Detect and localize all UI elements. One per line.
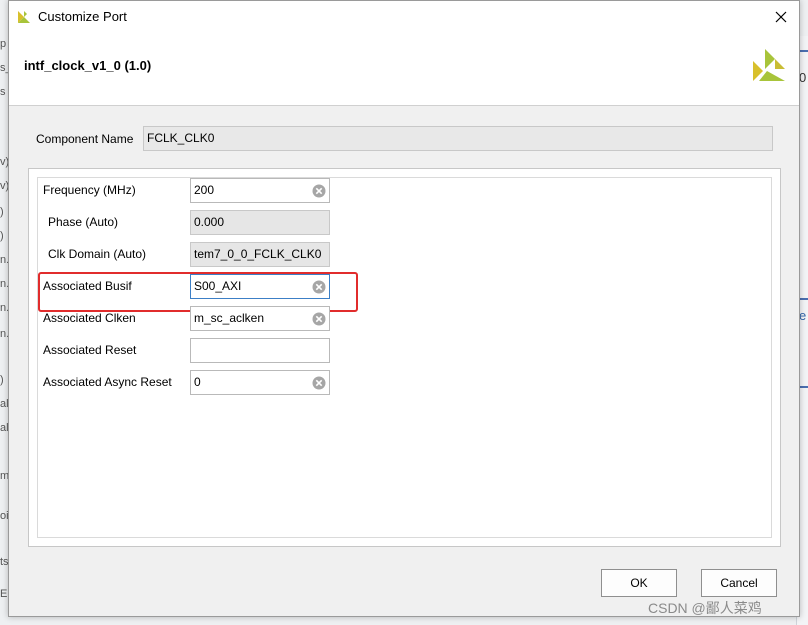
phase-label: Phase (Auto) (48, 215, 119, 229)
associated-reset-input[interactable] (190, 338, 330, 363)
associated-clken-value: m_sc_aclken (194, 311, 265, 325)
component-name-row: Component Name FCLK_CLK0 (36, 126, 773, 151)
associated-clken-input[interactable]: m_sc_aclken (190, 306, 330, 331)
cancel-button[interactable]: Cancel (701, 569, 777, 597)
dialog-header: intf_clock_v1_0 (1.0) (9, 32, 799, 106)
title-bar: Customize Port (9, 1, 799, 32)
frequency-value: 200 (194, 183, 215, 197)
ip-title: intf_clock_v1_0 (1.0) (24, 58, 152, 73)
component-name-label: Component Name (36, 131, 134, 146)
customize-port-dialog: Customize Port intf_clock_v1_0 (1.0) Com… (8, 0, 800, 617)
background-fragment: 0 (799, 70, 807, 85)
clk-domain-label: Clk Domain (Auto) (48, 247, 147, 261)
associated-busif-input[interactable]: S00_AXI (190, 274, 330, 299)
associated-async-reset-value: 0 (194, 375, 201, 389)
clear-icon[interactable] (312, 184, 326, 198)
vivado-logo-icon (18, 10, 30, 23)
associated-busif-value: S00_AXI (194, 279, 242, 293)
associated-busif-label: Associated Busif (43, 279, 132, 293)
vivado-logo-icon (753, 49, 785, 81)
ok-button[interactable]: OK (601, 569, 677, 597)
clear-icon[interactable] (312, 312, 326, 326)
frequency-input[interactable]: 200 (190, 178, 330, 203)
phase-input: 0.000 (190, 210, 330, 235)
close-button[interactable] (763, 1, 799, 32)
clear-icon[interactable] (312, 280, 326, 294)
component-name-field[interactable]: FCLK_CLK0 (143, 126, 773, 151)
parameters-panel: Frequency (MHz) 200 Phase (Auto) 0.000 C… (28, 168, 781, 547)
associated-async-reset-input[interactable]: 0 (190, 370, 330, 395)
clear-icon[interactable] (312, 376, 326, 390)
close-icon (775, 11, 787, 22)
associated-reset-label: Associated Reset (43, 343, 137, 357)
csdn-watermark: CSDN @鄙人菜鸡 (648, 600, 762, 616)
dialog-title: Customize Port (38, 9, 127, 24)
associated-async-reset-label: Associated Async Reset (43, 375, 172, 389)
associated-clken-label: Associated Clken (43, 311, 136, 325)
clk-domain-input: tem7_0_0_FCLK_CLK0 (190, 242, 330, 267)
frequency-label: Frequency (MHz) (43, 183, 136, 197)
background-fragment: e (799, 308, 807, 323)
parameters-panel-inner: Frequency (MHz) 200 Phase (Auto) 0.000 C… (37, 177, 772, 538)
